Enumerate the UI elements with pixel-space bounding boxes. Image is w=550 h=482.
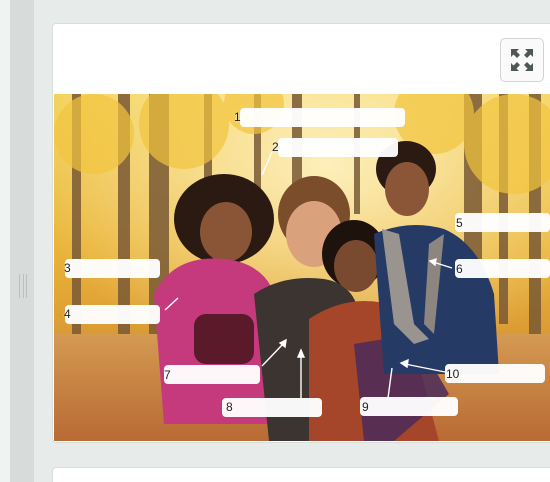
label-number-2: 2 xyxy=(272,140,279,154)
left-rail xyxy=(0,0,10,482)
next-card xyxy=(52,467,550,482)
label-box-7[interactable] xyxy=(164,365,260,384)
fullscreen-button[interactable] xyxy=(500,38,544,82)
label-number-10: 10 xyxy=(446,367,460,381)
label-number-1: 1 xyxy=(234,110,241,124)
drag-handle-icon[interactable] xyxy=(19,274,27,298)
label-number-5: 5 xyxy=(456,216,463,230)
label-number-7: 7 xyxy=(164,368,171,382)
label-number-4: 4 xyxy=(64,307,71,321)
panel-splitter[interactable] xyxy=(10,0,34,482)
expand-icon xyxy=(511,49,533,71)
label-box-10[interactable] xyxy=(445,364,545,383)
label-box-3[interactable] xyxy=(65,259,160,278)
label-box-8[interactable] xyxy=(222,398,322,417)
label-box-9[interactable] xyxy=(360,397,458,416)
label-box-6[interactable] xyxy=(455,259,550,278)
label-number-9: 9 xyxy=(362,400,369,414)
label-number-3: 3 xyxy=(64,261,71,275)
label-number-6: 6 xyxy=(456,262,463,276)
label-box-5[interactable] xyxy=(455,213,550,232)
label-number-8: 8 xyxy=(226,400,233,414)
label-box-2[interactable] xyxy=(278,138,398,157)
label-box-1[interactable] xyxy=(240,108,405,127)
label-box-4[interactable] xyxy=(65,305,160,324)
